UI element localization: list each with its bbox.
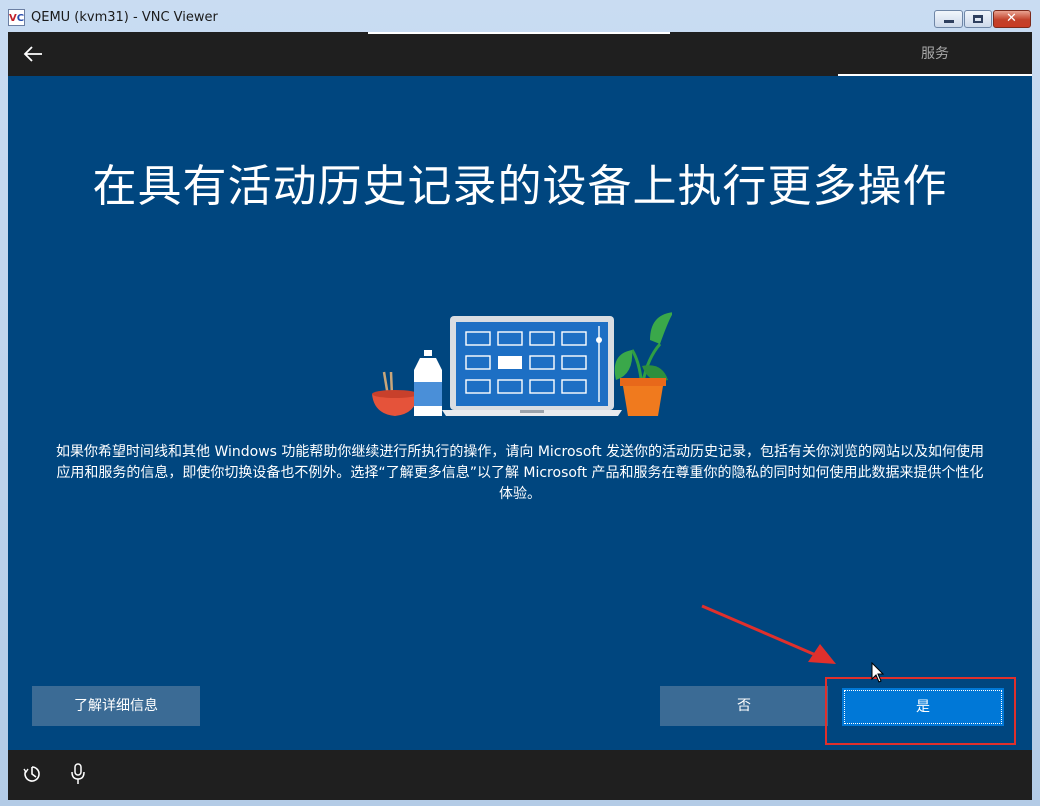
tab-services-underline (838, 74, 1032, 76)
no-button[interactable]: 否 (660, 686, 828, 726)
window-title: QEMU (kvm31) - VNC Viewer (31, 10, 218, 25)
window-titlebar[interactable]: VC QEMU (kvm31) - VNC Viewer ✕ (0, 0, 1040, 36)
maximize-button[interactable] (964, 10, 992, 28)
tab-services-label: 服务 (921, 46, 949, 62)
close-icon: ✕ (1006, 11, 1017, 26)
oobe-top-bar: 服务 (8, 32, 1032, 76)
page-title: 在具有活动历史记录的设备上执行更多操作 (92, 161, 948, 212)
maximize-icon (973, 15, 983, 23)
top-indicator-line (368, 32, 670, 34)
oobe-bottom-bar (8, 750, 1032, 800)
minimize-icon (944, 20, 954, 23)
vnc-viewer-window: VC QEMU (kvm31) - VNC Viewer ✕ 服务 在具有活动历… (0, 0, 1040, 806)
mouse-cursor-icon (871, 662, 885, 683)
ease-of-access-icon[interactable] (22, 764, 42, 784)
learn-more-button[interactable]: 了解详细信息 (32, 686, 200, 726)
laptop-illustration (372, 312, 672, 416)
vnc-app-icon: VC (8, 9, 25, 26)
tab-services: 服务 (838, 32, 1032, 76)
close-button[interactable]: ✕ (993, 10, 1031, 28)
description-text: 如果你希望时间线和其他 Windows 功能帮助你继续进行所执行的操作，请向 M… (56, 444, 985, 502)
back-arrow-icon[interactable] (22, 43, 44, 65)
annotation-arrow-icon (701, 604, 836, 664)
highlight-box (825, 677, 1016, 745)
minimize-button[interactable] (934, 10, 963, 28)
microphone-icon[interactable] (70, 763, 86, 785)
